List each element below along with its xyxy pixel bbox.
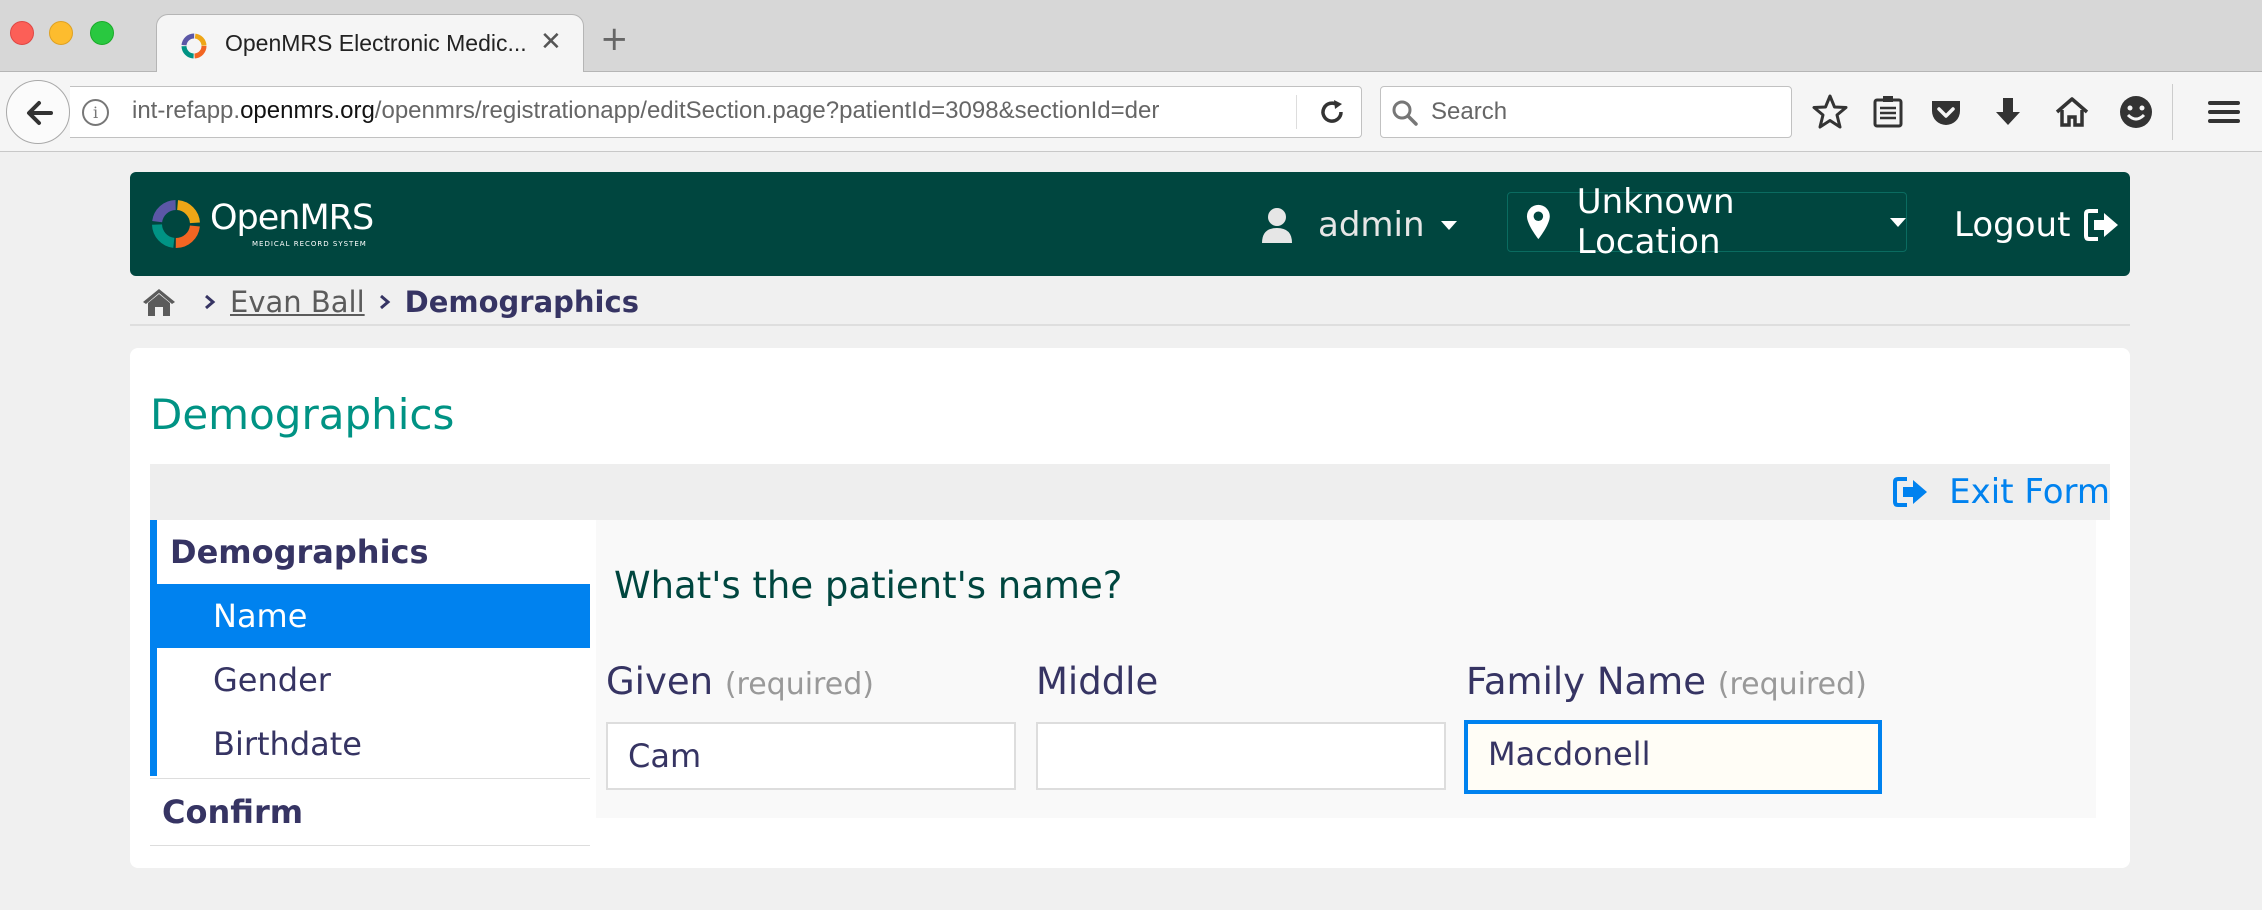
reload-icon[interactable] bbox=[1315, 95, 1349, 129]
feedback-smiley-icon[interactable] bbox=[2116, 92, 2156, 132]
location-label: Unknown Location bbox=[1576, 182, 1735, 262]
toolbar-separator bbox=[2172, 84, 2173, 140]
browser-nav-bar: i int-refapp.openmrs.org/openmrs/registr… bbox=[0, 72, 2262, 152]
chevron-down-icon bbox=[1440, 220, 1457, 230]
required-note: (required) bbox=[724, 667, 874, 702]
browser-tab-strip: OpenMRS Electronic Medic... ✕ + bbox=[0, 0, 2262, 73]
given-name-field: Given (required) Cam bbox=[606, 660, 1016, 790]
exit-form-button[interactable]: Exit Form bbox=[1893, 472, 2110, 512]
user-menu[interactable]: admin bbox=[1260, 200, 1457, 250]
url-path: /openmrs/registrationapp/editSection.pag… bbox=[374, 97, 1160, 124]
chevron-right-icon bbox=[205, 294, 216, 310]
question-area: What's the patient's name? Given (requir… bbox=[596, 520, 2096, 818]
required-note: (required) bbox=[1717, 667, 1867, 702]
user-icon bbox=[1262, 208, 1292, 243]
pocket-icon[interactable] bbox=[1926, 92, 1966, 132]
url-bar[interactable]: i int-refapp.openmrs.org/openmrs/registr… bbox=[70, 86, 1362, 138]
new-tab-button[interactable]: + bbox=[600, 22, 629, 56]
middle-name-field: Middle bbox=[1036, 660, 1446, 790]
search-icon bbox=[1392, 100, 1418, 126]
app-header: OpenMRS MEDICAL RECORD SYSTEM admin Unkn… bbox=[130, 172, 2130, 276]
url-host: openmrs.org bbox=[240, 97, 375, 124]
username: admin bbox=[1318, 205, 1425, 245]
given-name-label: Given (required) bbox=[606, 660, 874, 703]
nav-item-gender[interactable]: Gender bbox=[150, 648, 590, 712]
breadcrumb-current: Demographics bbox=[404, 285, 639, 319]
given-name-input[interactable]: Cam bbox=[606, 722, 1016, 790]
map-marker-icon bbox=[1526, 204, 1550, 240]
nav-section-demographics[interactable]: Demographics bbox=[150, 520, 590, 584]
logo-text: OpenMRS bbox=[210, 198, 374, 238]
nav-section-confirm[interactable]: Confirm bbox=[150, 778, 590, 846]
home-icon[interactable] bbox=[2052, 92, 2092, 132]
main-panel: Demographics Exit Form Demographics Name… bbox=[130, 348, 2130, 868]
download-icon[interactable] bbox=[1988, 92, 2028, 132]
back-arrow-icon bbox=[27, 101, 53, 125]
chevron-down-icon bbox=[1890, 217, 1906, 227]
question-text: What's the patient's name? bbox=[614, 564, 1123, 607]
form-section-nav: Demographics Name Gender Birthdate Confi… bbox=[150, 520, 590, 846]
url-text[interactable]: int-refapp.openmrs.org/openmrs/registrat… bbox=[132, 97, 1312, 125]
browser-tab[interactable]: OpenMRS Electronic Medic... ✕ bbox=[156, 14, 584, 73]
nav-item-birthdate[interactable]: Birthdate bbox=[150, 712, 590, 776]
window-zoom-button[interactable] bbox=[90, 21, 114, 45]
form-toolbar: Exit Form bbox=[150, 464, 2110, 520]
window-close-button[interactable] bbox=[10, 21, 34, 45]
logout-link[interactable]: Logout bbox=[1954, 200, 2120, 250]
site-info-icon[interactable]: i bbox=[82, 99, 109, 126]
browser-tab-title: OpenMRS Electronic Medic... bbox=[225, 30, 525, 56]
openmrs-logo-icon[interactable] bbox=[148, 196, 204, 252]
given-label-text: Given bbox=[606, 660, 714, 703]
browser-search-box[interactable]: Search bbox=[1380, 86, 1792, 138]
middle-name-label: Middle bbox=[1036, 660, 1158, 703]
family-name-label: Family Name (required) bbox=[1466, 660, 1867, 703]
location-selector[interactable]: Unknown Location bbox=[1507, 182, 1907, 262]
url-prefix: int-refapp. bbox=[132, 97, 241, 124]
breadcrumb-patient-link[interactable]: Evan Ball bbox=[230, 285, 365, 319]
hamburger-menu-icon[interactable] bbox=[2204, 92, 2244, 132]
breadcrumb: Evan Ball Demographics bbox=[130, 280, 2130, 326]
tab-close-icon[interactable]: ✕ bbox=[540, 27, 562, 57]
openmrs-favicon-icon bbox=[181, 33, 207, 59]
middle-label-text: Middle bbox=[1036, 660, 1159, 703]
home-icon[interactable] bbox=[142, 287, 176, 317]
sign-out-icon bbox=[1893, 477, 1928, 507]
middle-name-input[interactable] bbox=[1036, 722, 1446, 790]
bookmark-star-icon[interactable] bbox=[1810, 92, 1850, 132]
logo-subtitle: MEDICAL RECORD SYSTEM bbox=[252, 240, 367, 248]
chevron-right-icon bbox=[379, 294, 390, 310]
sign-out-icon bbox=[2084, 209, 2119, 241]
back-button[interactable] bbox=[6, 80, 70, 144]
nav-item-name[interactable]: Name bbox=[150, 584, 590, 648]
family-name-field: Family Name (required) Macdonell bbox=[1464, 660, 1882, 794]
url-separator bbox=[1296, 95, 1297, 129]
search-placeholder: Search bbox=[1431, 98, 1508, 125]
window-minimize-button[interactable] bbox=[49, 21, 73, 45]
family-name-input[interactable]: Macdonell bbox=[1464, 720, 1882, 794]
reading-list-icon[interactable] bbox=[1868, 92, 1908, 132]
exit-form-label: Exit Form bbox=[1949, 472, 2110, 512]
family-label-text: Family Name bbox=[1466, 660, 1706, 703]
page-title: Demographics bbox=[150, 390, 455, 439]
logout-label: Logout bbox=[1954, 205, 2071, 245]
